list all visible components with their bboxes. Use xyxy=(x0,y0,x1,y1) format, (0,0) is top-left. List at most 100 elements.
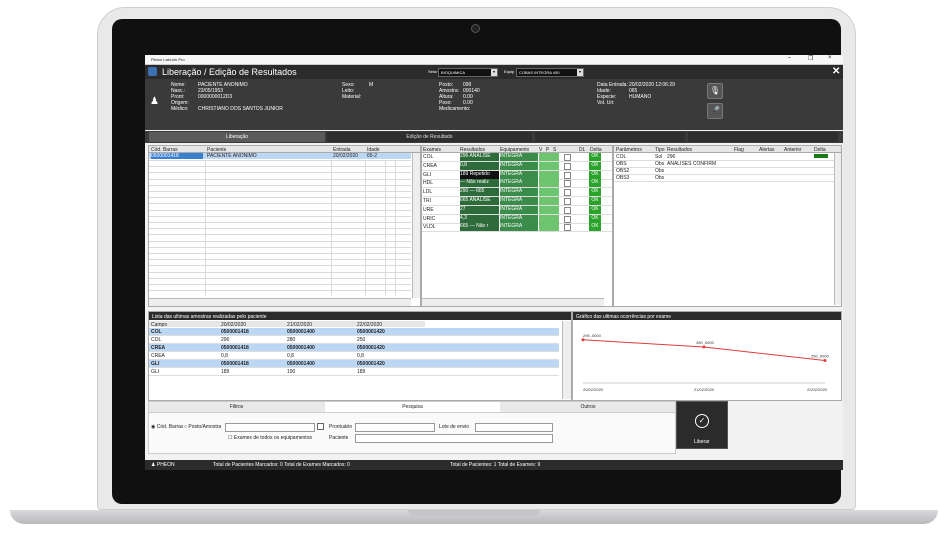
tab-edicao[interactable]: Edição de Resultado xyxy=(327,132,532,142)
history-cell: 0,8 xyxy=(221,353,228,359)
exam-result[interactable]: 290 — 665 xyxy=(460,188,499,197)
entry-labels: Data Entrada: Idade: Especie: Vol. Uri: xyxy=(597,82,628,106)
row-idade: 65-2 xyxy=(367,153,378,159)
history-cell: CREA xyxy=(151,345,166,351)
exam-checkbox[interactable] xyxy=(564,162,571,170)
table-row[interactable]: COL 296 ANALISE INTEGRA OK xyxy=(422,153,612,162)
table-row[interactable]: TRI 665 ANALISE INTEGRA OK xyxy=(422,197,612,206)
setor-label: Setor xyxy=(428,69,438,74)
exam-name: LDL xyxy=(423,189,433,196)
search-code-input[interactable] xyxy=(225,423,315,432)
table-row[interactable]: 0500001418 PACIENTE ANONIMO 20/02/2020 6… xyxy=(149,153,411,159)
table-row[interactable]: COL 0500001418 0500001400 0500001420 xyxy=(149,328,559,336)
data-point xyxy=(823,359,827,362)
chevron-down-icon[interactable]: ▾ xyxy=(491,69,497,76)
radio-cod-barras[interactable]: ◉ Cód. Barras xyxy=(151,424,183,430)
exam-name: VLDL xyxy=(423,224,436,231)
table-row[interactable]: GLI 189 190 189 xyxy=(149,368,559,376)
exam-flags xyxy=(539,161,559,170)
exam-status-ok: OK xyxy=(589,170,601,179)
history-vscrollbar[interactable] xyxy=(562,321,571,399)
params-vscrollbar[interactable] xyxy=(834,153,841,305)
horizontal-scrollbar[interactable] xyxy=(149,298,411,306)
radio-posto-amostra[interactable]: ○ Posto/Amostra xyxy=(184,424,221,430)
equip-select[interactable]: COBAS INTEGRA 400 ▾ xyxy=(516,68,584,77)
exam-checkbox[interactable] xyxy=(564,198,571,205)
exam-status-ok: OK xyxy=(589,153,601,161)
exam-checkbox[interactable] xyxy=(564,206,571,214)
exam-name: TRI xyxy=(423,198,432,204)
all-equipment-checkbox[interactable]: ☐ Exames de todos os equipamentos xyxy=(228,435,312,441)
history-cell: 0500001400 xyxy=(287,329,315,335)
search-checkbox[interactable] xyxy=(317,423,324,430)
paciente-input[interactable] xyxy=(355,434,553,443)
history-panel: Lista das ultimas amostras realizadas pe… xyxy=(148,311,572,401)
close-window-icon[interactable]: × xyxy=(828,55,832,61)
history-cell: 0500001400 xyxy=(287,361,315,367)
exam-result[interactable]: 665 ANALISE xyxy=(460,197,499,205)
mic-record-icon[interactable]: 🎤 xyxy=(707,103,723,119)
exam-result[interactable]: 189 Repetido xyxy=(460,170,499,179)
history-header: Campo 20/02/2020 21/02/2020 22/02/2020 xyxy=(149,321,425,328)
exam-status-ok: OK xyxy=(589,197,601,205)
tab-filtros[interactable]: Filtros xyxy=(149,402,324,412)
history-cell: 0500001418 xyxy=(221,361,249,367)
x-tick-label: 21/02/2020 xyxy=(694,387,715,392)
setor-select[interactable]: BIOQUIMICA ▾ xyxy=(438,68,498,77)
exam-checkbox[interactable] xyxy=(564,215,571,223)
label-prontuario: Prontuário xyxy=(329,424,353,430)
table-row[interactable]: URE 27 INTEGRA OK xyxy=(422,205,612,215)
table-row[interactable]: URIC 4,3 INTEGRA OK xyxy=(422,214,612,224)
table-row[interactable]: GLI 189 Repetido INTEGRA OK xyxy=(422,170,612,180)
table-row[interactable]: VLDL 665 — Não r INTEGRA OK xyxy=(422,223,612,233)
table-row[interactable]: CREA 0500001418 0500001400 0500001420 xyxy=(149,344,559,352)
exams-hscrollbar[interactable] xyxy=(422,298,604,306)
exams-table: Exames Resultados Equipamento V P S DL D… xyxy=(421,145,613,307)
table-row[interactable]: CREA 0,8 INTEGRA OK xyxy=(422,161,612,171)
exam-name: URE xyxy=(423,206,434,213)
tab-liberacao[interactable]: Liberação xyxy=(149,132,325,142)
tab-pesquisa-label: Pesquisa xyxy=(402,404,423,410)
close-icon[interactable]: ✕ xyxy=(832,66,840,77)
tab-outros[interactable]: Outros xyxy=(501,402,675,412)
tab-blank-2 xyxy=(688,132,838,142)
table-row[interactable]: GLI 0500001418 0500001400 0500001420 xyxy=(149,360,559,368)
exam-checkbox[interactable] xyxy=(564,180,571,188)
lote-input[interactable] xyxy=(475,423,553,432)
exam-checkbox[interactable] xyxy=(564,224,571,232)
param-name: OBS3 xyxy=(616,175,630,181)
vertical-scrollbar[interactable] xyxy=(412,153,420,298)
grid-row-line xyxy=(149,240,411,242)
equip-value: COBAS INTEGRA 400 xyxy=(519,70,560,75)
exam-result[interactable]: — Não realiz xyxy=(460,179,499,188)
exam-flags xyxy=(539,205,559,214)
table-row[interactable]: CREA 0,8 0,8 0,8 xyxy=(149,352,559,360)
table-row[interactable]: OBS3 Obs xyxy=(614,174,834,182)
table-row[interactable]: COL 296 280 250 xyxy=(149,336,559,344)
exam-result[interactable]: 665 — Não r xyxy=(460,223,499,232)
grid-row-line xyxy=(149,191,411,192)
history-cell: 0500001420 xyxy=(357,345,385,351)
exam-checkbox[interactable] xyxy=(564,171,571,179)
prontuario-input[interactable] xyxy=(355,423,435,432)
tab-pesquisa[interactable]: Pesquisa xyxy=(325,402,500,412)
history-cell: 189 xyxy=(357,369,366,375)
minimize-icon[interactable]: – xyxy=(788,55,791,61)
history-cell: 0500001400 xyxy=(287,345,315,351)
chevron-down-icon[interactable]: ▾ xyxy=(577,69,583,76)
exam-result[interactable]: 296 ANALISE xyxy=(460,153,499,161)
exam-checkbox[interactable] xyxy=(564,154,571,161)
exam-status-ok: OK xyxy=(589,161,601,170)
samples-table-header: Cód. Barras Paciente Entrada Idade xyxy=(149,146,420,153)
exam-result[interactable]: 27 xyxy=(460,205,499,214)
grid-row-line xyxy=(149,222,411,223)
liberar-button[interactable]: ✓ Liberar xyxy=(676,401,728,449)
microphone-icon[interactable]: 🎙 xyxy=(707,83,723,99)
exam-result[interactable]: 0,8 xyxy=(460,161,499,170)
exam-result[interactable]: 4,3 xyxy=(460,214,499,223)
maximize-icon[interactable]: ❐ xyxy=(808,55,813,62)
exam-checkbox[interactable] xyxy=(564,189,571,197)
table-row[interactable]: LDL 290 — 665 INTEGRA OK xyxy=(422,188,612,198)
table-row[interactable]: HDL — Não realiz INTEGRA OK xyxy=(422,179,612,189)
label-lote: Lote de envio xyxy=(439,424,470,430)
